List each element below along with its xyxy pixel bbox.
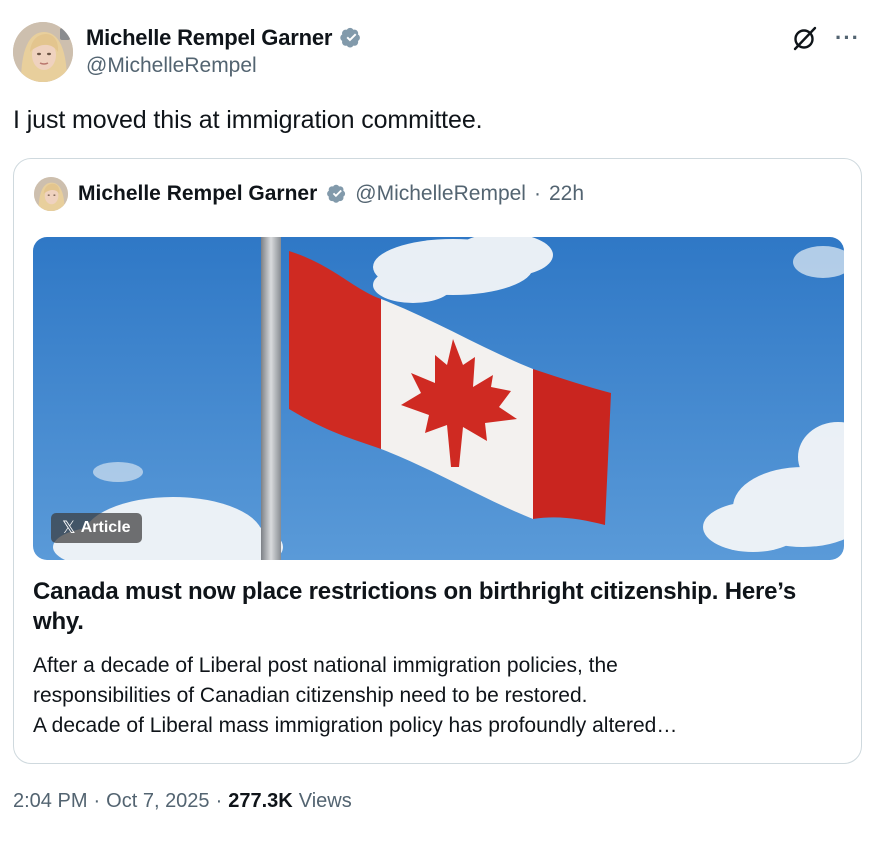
tweet-text: I just moved this at immigration committ… bbox=[13, 106, 483, 134]
avatar-image bbox=[13, 22, 73, 82]
tweet: Michelle Rempel Garner @MichelleRempel ·… bbox=[0, 0, 886, 842]
quote-card[interactable]: Michelle Rempel Garner @MichelleRempel ·… bbox=[13, 158, 862, 764]
author-block: Michelle Rempel Garner @MichelleRempel bbox=[86, 24, 362, 78]
quote-separator: · bbox=[533, 182, 541, 205]
article-excerpt-line: responsibilities of Canadian citizenship… bbox=[33, 684, 588, 707]
quote-avatar bbox=[34, 177, 68, 211]
article-cover-image[interactable]: 𝕏 Article bbox=[33, 237, 844, 560]
verified-badge-icon[interactable] bbox=[338, 26, 362, 50]
meta-separator: · bbox=[215, 790, 223, 812]
tweet-date[interactable]: Oct 7, 2025 bbox=[106, 790, 209, 813]
author-handle[interactable]: @MichelleRempel bbox=[86, 54, 362, 78]
quote-header: Michelle Rempel Garner @MichelleRempel ·… bbox=[34, 177, 584, 211]
tweet-time[interactable]: 2:04 PM bbox=[13, 790, 87, 813]
article-excerpt-line: A decade of Liberal mass immigration pol… bbox=[33, 714, 678, 737]
article-title[interactable]: Canada must now place restrictions on bi… bbox=[33, 577, 833, 637]
more-icon[interactable]: ··· bbox=[835, 27, 860, 49]
avatar[interactable] bbox=[13, 22, 73, 82]
grok-icon[interactable] bbox=[791, 24, 819, 52]
x-logo-icon: 𝕏 bbox=[62, 518, 76, 537]
tweet-meta: 2:04 PM · Oct 7, 2025 · 277.3K Views bbox=[13, 790, 352, 813]
author-name[interactable]: Michelle Rempel Garner bbox=[86, 25, 332, 51]
top-actions: ··· bbox=[791, 24, 860, 52]
article-excerpt-line: After a decade of Liberal post national … bbox=[33, 654, 618, 677]
quote-verified-badge-icon bbox=[325, 183, 347, 205]
meta-separator: · bbox=[93, 790, 101, 812]
views-count[interactable]: 277.3K bbox=[228, 790, 293, 813]
quote-author-handle: @MichelleRempel bbox=[355, 182, 526, 205]
quote-timestamp: 22h bbox=[548, 182, 585, 205]
article-badge-label: Article bbox=[80, 519, 131, 536]
quote-author-name: Michelle Rempel Garner bbox=[78, 182, 318, 205]
article-badge: 𝕏 Article bbox=[51, 513, 142, 543]
views-label: Views bbox=[298, 790, 352, 812]
article-excerpt: After a decade of Liberal post national … bbox=[33, 651, 833, 741]
